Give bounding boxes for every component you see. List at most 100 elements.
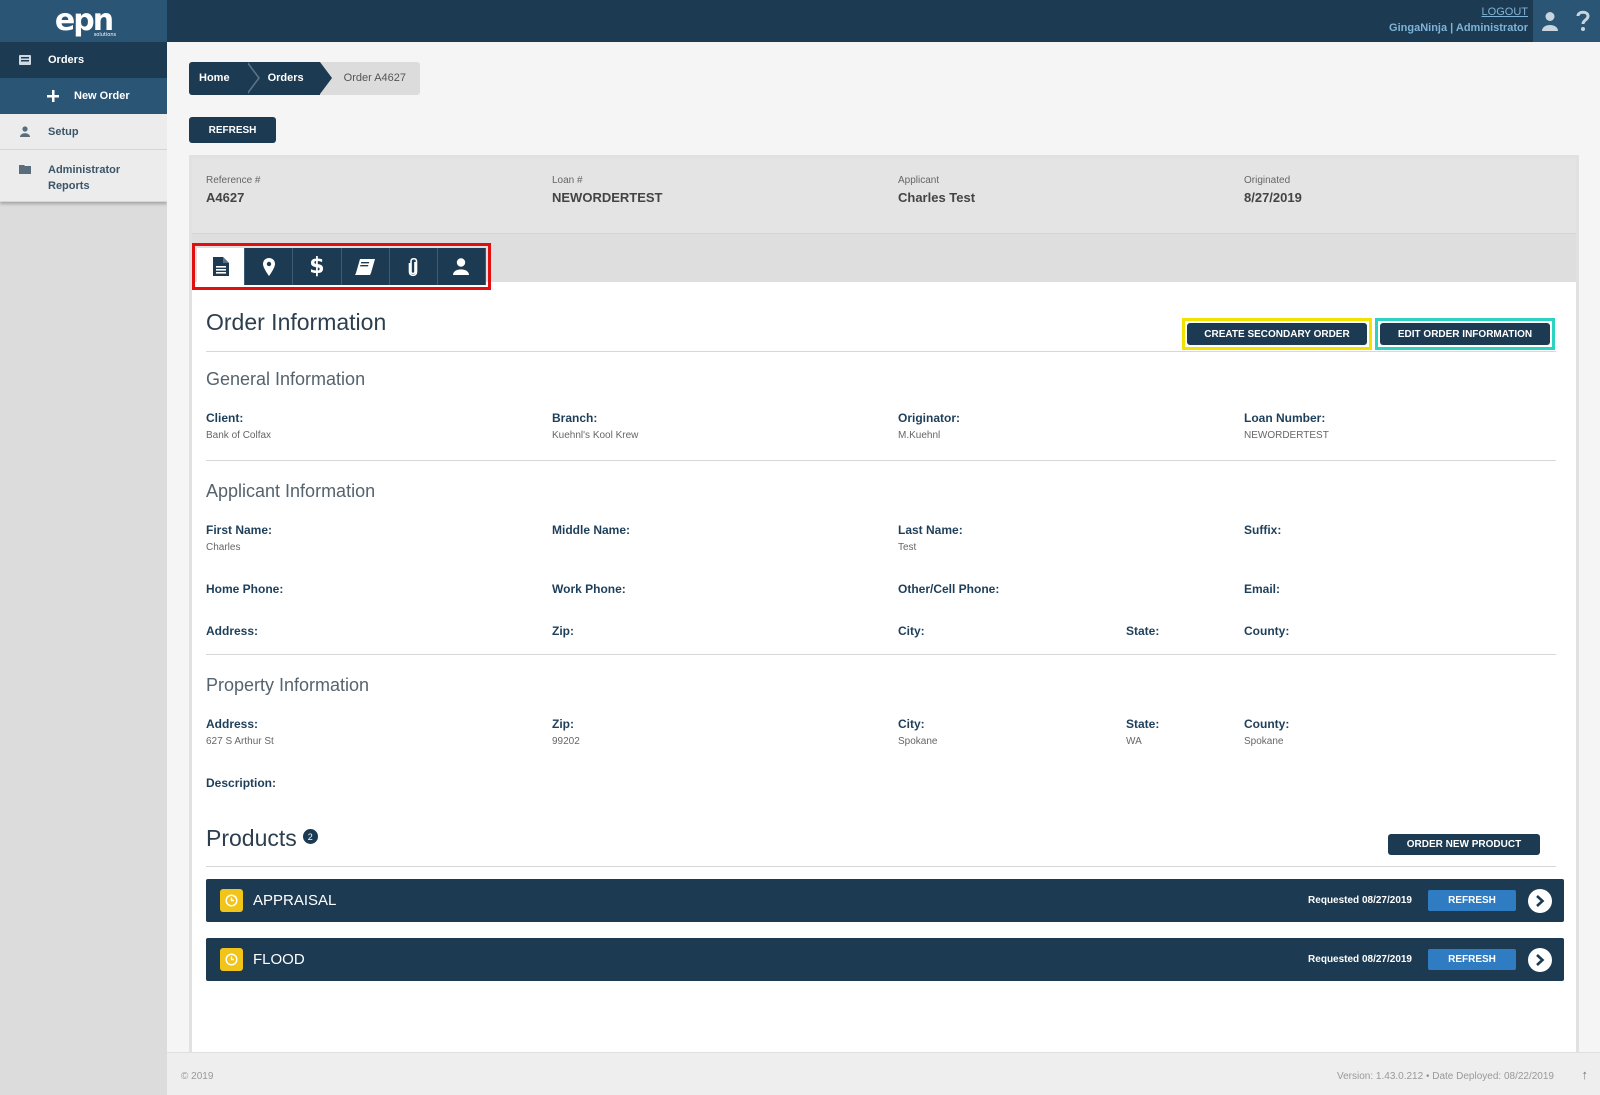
property-information-title: Property Information xyxy=(206,675,370,695)
tab-location[interactable] xyxy=(245,248,294,285)
logo-subtitle: solutions xyxy=(93,32,117,38)
field-label: State: xyxy=(1126,717,1160,731)
tab-bar: $ xyxy=(192,234,1576,290)
user-profile-button[interactable] xyxy=(1533,0,1567,42)
user-icon xyxy=(18,126,32,137)
field-value: WA xyxy=(1126,736,1142,747)
main-content: Home Orders Order A4627 REFRESH Referenc… xyxy=(167,42,1600,1072)
logo[interactable]: epn solutions xyxy=(0,0,167,42)
tab-notes[interactable] xyxy=(341,248,390,285)
field-label: Email: xyxy=(1244,582,1281,596)
divider xyxy=(206,654,1556,655)
field-label: County: xyxy=(1244,624,1290,638)
product-open-button[interactable] xyxy=(1528,948,1552,972)
arrow-up-icon[interactable]: ↑ xyxy=(1582,1067,1589,1082)
divider xyxy=(206,866,1556,867)
field-label: Home Phone: xyxy=(206,582,284,596)
summary-value: NEWORDERTEST xyxy=(552,190,663,205)
sidebar-item-orders[interactable]: Orders xyxy=(0,42,167,78)
footer: © 2019 Version: 1.43.0.212 • Date Deploy… xyxy=(167,1052,1600,1095)
clock-icon xyxy=(220,948,243,971)
breadcrumb-home[interactable]: Home xyxy=(189,62,260,95)
field-label: Last Name: xyxy=(898,523,963,537)
product-row-appraisal[interactable]: APPRAISAL Requested 08/27/2019 REFRESH xyxy=(206,879,1564,922)
user-name[interactable]: GingaNinja | Administrator xyxy=(1389,22,1528,34)
field-value: 99202 xyxy=(552,736,580,747)
sidebar-item-label: Orders xyxy=(48,54,85,66)
field-property-state: State: WA xyxy=(1126,717,1159,747)
order-new-product-button[interactable]: ORDER NEW PRODUCT xyxy=(1388,834,1540,855)
summary-applicant: Applicant Charles Test xyxy=(898,175,975,205)
field-value: 627 S Arthur St xyxy=(206,736,274,747)
field-property-city: City: Spokane xyxy=(898,717,937,747)
field-label: Description: xyxy=(206,776,277,790)
field-label: Zip: xyxy=(552,717,574,731)
tab-contacts[interactable] xyxy=(437,248,487,285)
user-icon xyxy=(1542,12,1558,31)
product-row-flood[interactable]: FLOOD Requested 08/27/2019 REFRESH xyxy=(206,938,1564,981)
field-value: M.Kuehnl xyxy=(898,430,941,441)
sidebar-item-administrator-reports[interactable]: Administrator Reports xyxy=(0,150,167,202)
field-value: Spokane xyxy=(1244,736,1284,747)
field-applicant-state: State: xyxy=(1126,624,1159,643)
field-client: Client: Bank of Colfax xyxy=(206,411,271,441)
help-button[interactable] xyxy=(1566,0,1600,42)
book-icon xyxy=(355,258,376,275)
field-label: Zip: xyxy=(552,624,574,638)
field-label: Middle Name: xyxy=(552,523,631,537)
field-first-name: First Name: Charles xyxy=(206,523,272,553)
breadcrumb-orders-label: Orders xyxy=(267,72,304,84)
sidebar-item-setup[interactable]: Setup xyxy=(0,114,167,150)
general-information-title: General Information xyxy=(206,369,366,389)
orders-icon xyxy=(18,55,32,65)
summary-value: Charles Test xyxy=(898,190,976,205)
product-refresh-button[interactable]: REFRESH xyxy=(1428,890,1516,911)
breadcrumb-current-label: Order A4627 xyxy=(343,72,407,84)
order-information-title: Order Information xyxy=(206,309,387,335)
sidebar-item-label: Setup xyxy=(48,125,79,138)
logout-link[interactable]: LOGOUT xyxy=(1389,6,1528,18)
breadcrumb: Home Orders Order A4627 xyxy=(189,62,421,95)
products-title-label: Products xyxy=(206,825,297,851)
applicant-information-title: Applicant Information xyxy=(206,481,376,501)
tab-order-details[interactable] xyxy=(197,248,246,285)
field-property-description: Description: xyxy=(206,776,276,795)
top-bar: epn solutions LOGOUT GingaNinja | Admini… xyxy=(0,0,1600,42)
clock-icon xyxy=(220,889,243,912)
version-info: Version: 1.43.0.212 • Date Deployed: 08/… xyxy=(1337,1071,1554,1082)
field-email: Email: xyxy=(1244,582,1280,601)
field-applicant-county: County: xyxy=(1244,624,1289,643)
field-other-phone: Other/Cell Phone: xyxy=(898,582,999,601)
summary-loan: Loan # NEWORDERTEST xyxy=(552,175,663,205)
product-refresh-button[interactable]: REFRESH xyxy=(1428,949,1516,970)
document-icon xyxy=(212,257,229,276)
field-applicant-address: Address: xyxy=(206,624,258,643)
paperclip-icon xyxy=(408,257,418,276)
plus-icon xyxy=(46,90,60,102)
create-secondary-order-button[interactable]: CREATE SECONDARY ORDER xyxy=(1187,323,1367,345)
summary-reference: Reference # A4627 xyxy=(206,175,260,205)
edit-order-information-button[interactable]: EDIT ORDER INFORMATION xyxy=(1380,323,1550,345)
field-last-name: Last Name: Test xyxy=(898,523,963,553)
field-label: Other/Cell Phone: xyxy=(898,582,1000,596)
summary-label: Loan # xyxy=(552,175,583,186)
sidebar-item-label: New Order xyxy=(74,90,130,102)
summary-label: Originated xyxy=(1244,175,1291,186)
field-label: Branch: xyxy=(552,411,598,425)
tab-attachments[interactable] xyxy=(389,248,438,285)
sidebar-item-new-order[interactable]: New Order xyxy=(0,78,167,114)
field-value: Spokane xyxy=(898,736,938,747)
map-pin-icon xyxy=(262,257,275,276)
product-open-button[interactable] xyxy=(1528,889,1552,913)
field-label: City: xyxy=(898,624,925,638)
summary-value: A4627 xyxy=(206,190,245,205)
create-secondary-highlight: CREATE SECONDARY ORDER xyxy=(1182,318,1372,350)
refresh-button[interactable]: REFRESH xyxy=(189,117,276,143)
tab-billing[interactable]: $ xyxy=(293,248,342,285)
field-loan-number: Loan Number: NEWORDERTEST xyxy=(1244,411,1329,441)
product-requested-date: Requested 08/27/2019 xyxy=(1308,954,1412,965)
field-originator: Originator: M.Kuehnl xyxy=(898,411,960,441)
field-value: NEWORDERTEST xyxy=(1244,430,1329,441)
product-name: APPRAISAL xyxy=(253,892,337,909)
help-icon xyxy=(1576,10,1590,31)
